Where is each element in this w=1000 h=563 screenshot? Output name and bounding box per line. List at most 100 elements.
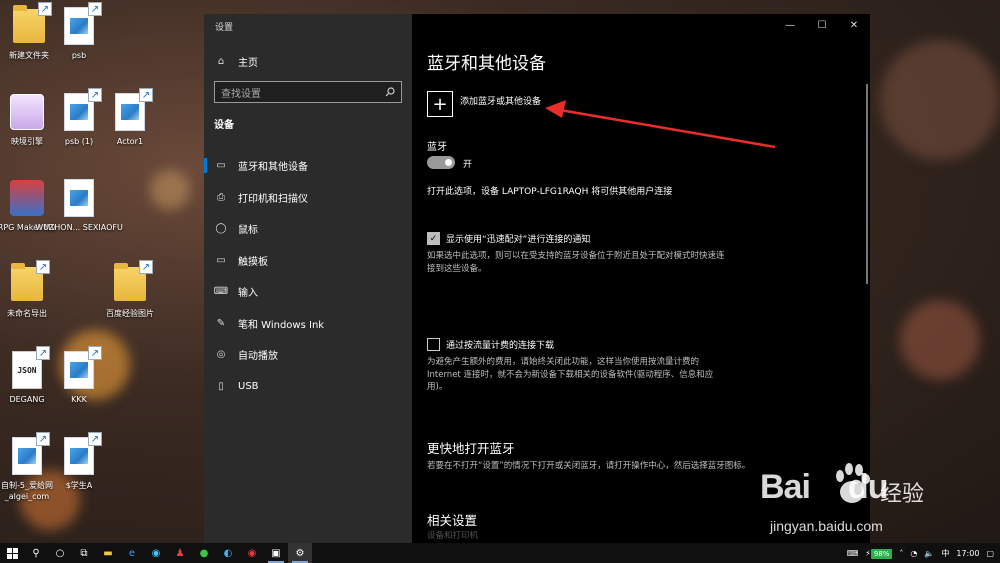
- desktop-icon-label: psb: [71, 51, 87, 60]
- metered-download-description: 为避免产生额外的费用，请始终关闭此功能，这样当你使用按流量计费的 Interne…: [427, 357, 714, 392]
- cortana-button[interactable]: ○: [48, 543, 72, 563]
- clock[interactable]: 17:00: [956, 549, 979, 558]
- desktop-icon-unnamed-export[interactable]: ↗ 未命名导出: [0, 260, 58, 319]
- sidebar-item-printers[interactable]: ⎙ 打印机和扫描仪: [204, 182, 412, 214]
- autoplay-icon: ◎: [216, 349, 226, 361]
- app-button[interactable]: ◐: [216, 543, 240, 563]
- ime-icon[interactable]: ⌨: [847, 549, 859, 558]
- sidebar-item-label: 蓝牙和其他设备: [238, 162, 308, 174]
- gear-icon: ⚙: [295, 547, 305, 559]
- window-title: 设置: [215, 23, 234, 33]
- search-icon: ⚲: [32, 547, 40, 559]
- home-icon: ⌂: [217, 56, 225, 67]
- wallpaper-light: [900, 300, 980, 380]
- bluetooth-devices-icon: ▭: [216, 160, 226, 172]
- search-input[interactable]: 查找设置: [214, 81, 402, 103]
- related-settings-heading: 相关设置: [427, 513, 478, 528]
- wechat-button[interactable]: ●: [192, 543, 216, 563]
- related-settings-link[interactable]: 设备和打印机: [427, 530, 727, 543]
- sidebar-item-label: USB: [238, 380, 259, 392]
- clock-app-icon: ◉: [151, 547, 161, 559]
- bluetooth-heading: 蓝牙: [427, 142, 447, 153]
- shortcut-arrow-icon: ↗: [139, 88, 153, 102]
- photos-button[interactable]: ▣: [264, 543, 288, 563]
- sidebar-item-bluetooth[interactable]: ▭ 蓝牙和其他设备: [204, 150, 412, 182]
- metered-download-label[interactable]: 通过按流量计费的连接下载: [446, 338, 554, 351]
- taskbar: ⚲ ○ ⧉ ▬ e ◉ ♟ ● ◐ ◉ ▣ ⚙ ⌨ ⚡ 98% ˄ ◔ 🔈 中 1…: [0, 543, 1000, 563]
- quick-bluetooth-description: 若要在不打开“设置”的情况下打开或关闭蓝牙，请打开操作中心，然后选择蓝牙图标。: [427, 461, 751, 471]
- bluetooth-toggle-state: 开: [463, 160, 473, 170]
- watermark-cn: 经验: [880, 482, 925, 507]
- desktop-icon-kkk[interactable]: ↗ KKK: [48, 346, 110, 405]
- image-file-icon: [64, 179, 94, 217]
- wechat-icon: ●: [199, 547, 209, 559]
- page-title: 蓝牙和其他设备: [427, 54, 546, 74]
- minimize-button[interactable]: —: [774, 14, 806, 36]
- scrollbar[interactable]: [866, 84, 868, 284]
- netease-music-button[interactable]: ◉: [240, 543, 264, 563]
- sidebar-item-typing[interactable]: ⌨ 输入: [204, 276, 412, 308]
- close-button[interactable]: ✕: [838, 14, 870, 36]
- sidebar-item-label: 笔和 Windows Ink: [238, 319, 325, 331]
- search-taskbar-button[interactable]: ⚲: [24, 543, 48, 563]
- desktop-icon-label: 映境引擎: [11, 137, 43, 146]
- ime-indicator[interactable]: 中: [941, 548, 949, 559]
- battery-icon[interactable]: ⚡ 98%: [865, 548, 893, 559]
- shortcut-arrow-icon: ↗: [88, 432, 102, 446]
- app-icon: ◐: [223, 547, 233, 559]
- edge-icon: e: [128, 547, 136, 559]
- quick-bluetooth-heading: 更快地打开蓝牙: [427, 441, 515, 456]
- baidu-watermark: Bai du 经验 jingyan.baidu.com: [760, 462, 990, 547]
- volume-icon[interactable]: 🔈: [924, 549, 934, 558]
- task-view-button[interactable]: ⧉: [72, 543, 96, 563]
- discoverable-text: 打开此选项，设备 LAPTOP-LFG1RAQH 将可供其他用户连接: [427, 187, 673, 197]
- pen-icon: ✎: [216, 317, 226, 329]
- folder-icon: ▬: [103, 547, 113, 559]
- swift-pair-checkbox[interactable]: ✓: [427, 232, 440, 245]
- app-button[interactable]: ♟: [168, 543, 192, 563]
- task-view-icon: ⧉: [80, 547, 88, 559]
- desktop-icon-baidu-images[interactable]: ↗ 百度经验图片: [99, 260, 161, 319]
- notification-icon[interactable]: ▢: [986, 549, 994, 558]
- keyboard-icon: ⌨: [213, 286, 229, 298]
- add-device-button[interactable]: +: [427, 91, 453, 117]
- start-button[interactable]: [0, 543, 24, 563]
- chevron-up-icon[interactable]: ˄: [899, 549, 903, 558]
- sidebar-item-label: 打印机和扫描仪: [238, 193, 308, 205]
- desktop-icon-label: 百度经验图片: [106, 309, 154, 318]
- add-device-label[interactable]: 添加蓝牙或其他设备: [460, 94, 541, 107]
- sidebar-item-pen[interactable]: ✎ 笔和 Windows Ink: [204, 308, 412, 340]
- sidebar-home-label: 主页: [238, 58, 258, 69]
- desktop-icon-label: psb (1): [64, 137, 94, 146]
- settings-taskbar-button[interactable]: ⚙: [288, 543, 312, 563]
- sidebar-item-usb[interactable]: ▯ USB: [204, 371, 412, 403]
- edge-button[interactable]: e: [120, 543, 144, 563]
- sidebar-item-touchpad[interactable]: ▭ 触摸板: [204, 245, 412, 277]
- shortcut-arrow-icon: ↗: [88, 346, 102, 360]
- desktop-icon-label: DEGANG: [9, 395, 45, 404]
- sidebar-item-label: 输入: [238, 288, 258, 300]
- swift-pair-label[interactable]: 显示使用“迅速配对”进行连接的通知: [446, 232, 590, 245]
- maximize-button[interactable]: ☐: [806, 14, 838, 36]
- app-button[interactable]: ◉: [144, 543, 168, 563]
- sidebar-item-autoplay[interactable]: ◎ 自动播放: [204, 339, 412, 371]
- sidebar-item-mouse[interactable]: ◯ 鼠标: [204, 213, 412, 245]
- sidebar-home[interactable]: ⌂ 主页: [214, 54, 258, 69]
- checkmark-icon: ✓: [429, 233, 438, 244]
- sidebar-item-label: 自动播放: [238, 351, 278, 363]
- desktop-icon-student-a[interactable]: ↗ $学生A: [48, 432, 110, 491]
- desktop-icon-wuzhong[interactable]: WUZHON... SEXIAOFU: [35, 178, 123, 233]
- metered-download-checkbox[interactable]: [427, 338, 440, 351]
- shortcut-arrow-icon: ↗: [139, 260, 153, 274]
- desktop-icon-actor1[interactable]: ↗ Actor1: [99, 88, 161, 147]
- watermark-url: jingyan.baidu.com: [770, 518, 883, 534]
- desktop-icon-psb[interactable]: ↗ psb: [48, 2, 110, 61]
- rpg-maker-icon: [10, 180, 44, 216]
- usb-icon: ▯: [218, 380, 224, 392]
- cortana-icon: ○: [55, 547, 65, 559]
- file-explorer-button[interactable]: ▬: [96, 543, 120, 563]
- bluetooth-toggle[interactable]: [427, 156, 455, 169]
- desktop-icon-label: KKK: [71, 395, 87, 404]
- desktop-icon-label: WUZHON... SEXIAOFU: [35, 223, 123, 232]
- network-icon[interactable]: ◔: [910, 549, 917, 558]
